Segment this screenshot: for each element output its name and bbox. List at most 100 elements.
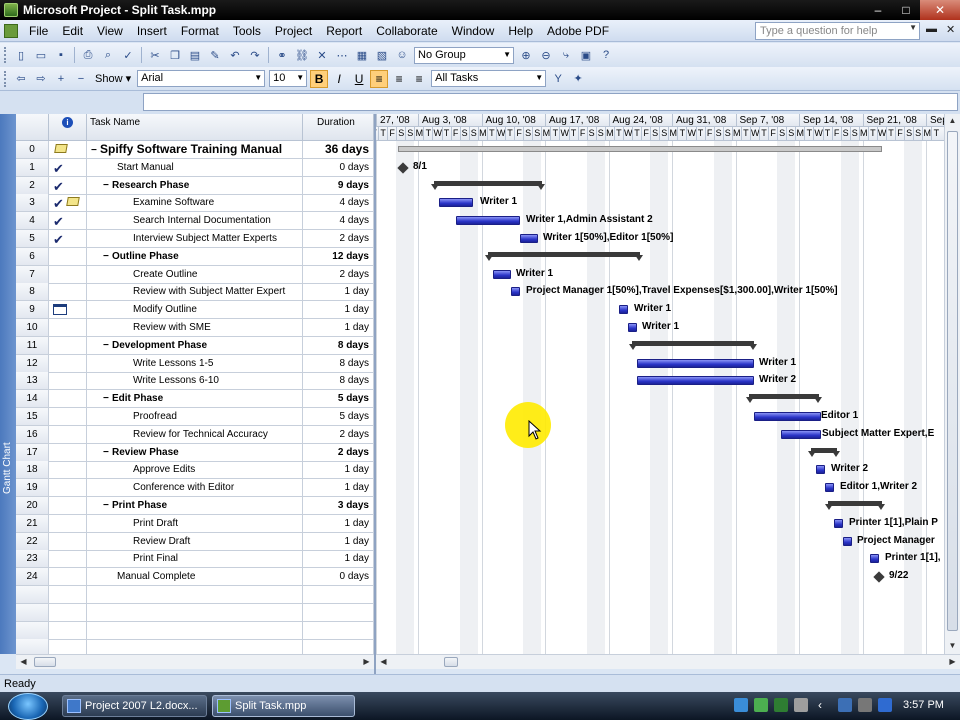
table-row[interactable]: 14− Edit Phase 5 days	[16, 390, 374, 409]
format-painter-icon[interactable]: ✎	[207, 47, 223, 63]
taskbar-item-project[interactable]: Split Task.mpp	[212, 695, 355, 717]
duration-cell[interactable]: 1 day	[303, 550, 374, 569]
menu-report[interactable]: Report	[319, 24, 369, 38]
row-id[interactable]: 8	[16, 283, 49, 302]
taskbar-clock[interactable]: 3:57 PM	[903, 699, 944, 711]
task-bar[interactable]	[493, 269, 511, 279]
menu-tools[interactable]: Tools	[226, 24, 268, 38]
task-bar[interactable]	[456, 216, 520, 226]
assign-resources-icon[interactable]: ☺	[394, 47, 410, 63]
volume-icon[interactable]	[858, 698, 872, 712]
row-id[interactable]: 9	[16, 301, 49, 320]
select-all-corner[interactable]	[16, 114, 49, 141]
tray-sync-icon[interactable]	[774, 698, 788, 712]
entry-field[interactable]	[143, 93, 958, 111]
row-id[interactable]: 2	[16, 176, 49, 195]
empty-row[interactable]	[16, 586, 374, 604]
table-row[interactable]: 19 Conference with Editor 1 day	[16, 479, 374, 498]
new-icon[interactable]: ▯	[13, 47, 29, 63]
spelling-icon[interactable]: ✓	[120, 47, 136, 63]
row-id[interactable]: 1	[16, 158, 49, 177]
calendar-icon[interactable]	[53, 304, 67, 316]
menu-window[interactable]: Window	[445, 24, 502, 38]
row-id[interactable]: 0	[16, 141, 49, 159]
toolbar-grip[interactable]	[4, 70, 8, 87]
table-row[interactable]: 7 Create Outline 2 days	[16, 265, 374, 284]
row-id[interactable]: 18	[16, 461, 49, 480]
task-name-cell[interactable]: Manual Complete	[87, 568, 303, 587]
gantt-vscrollbar[interactable]: ▲ ▼	[944, 114, 960, 654]
menu-view[interactable]: View	[90, 24, 130, 38]
table-row[interactable]: 3 ✔ Examine Software 4 days	[16, 194, 374, 213]
font-select[interactable]: Arial ▼	[137, 70, 266, 87]
scroll-up-icon[interactable]: ▲	[945, 114, 960, 129]
maximize-button[interactable]: □	[892, 0, 920, 20]
menu-format[interactable]: Format	[174, 24, 226, 38]
close-button[interactable]: ✕	[920, 0, 960, 20]
duration-cell[interactable]: 36 days	[303, 141, 374, 159]
row-id[interactable]: 19	[16, 479, 49, 498]
table-row[interactable]: 0 − Spiffy Software Training Manual 36 days	[16, 141, 374, 159]
doc-close-icon[interactable]: ✕	[946, 23, 955, 36]
bluetooth-icon[interactable]	[878, 698, 892, 712]
menu-insert[interactable]: Insert	[130, 24, 174, 38]
table-row[interactable]: 10 Review with SME 1 day	[16, 319, 374, 337]
task-name-cell[interactable]: Print Final	[87, 550, 303, 569]
row-id[interactable]: 5	[16, 230, 49, 248]
task-name-cell[interactable]: Review Draft	[87, 532, 303, 551]
row-id[interactable]: 15	[16, 408, 49, 426]
row-id[interactable]: 11	[16, 336, 49, 355]
summary-bar[interactable]	[825, 501, 885, 510]
hyperlink-icon[interactable]: ⚭	[274, 47, 290, 63]
task-bar[interactable]	[511, 287, 520, 297]
row-id[interactable]: 7	[16, 265, 49, 284]
table-row[interactable]: 6− Outline Phase 12 days	[16, 247, 374, 266]
task-name-cell[interactable]: − Edit Phase	[87, 390, 303, 409]
row-id[interactable]: 6	[16, 247, 49, 266]
menu-edit[interactable]: Edit	[55, 24, 90, 38]
task-name-cell[interactable]: Review for Technical Accuracy	[87, 425, 303, 444]
print-preview-icon[interactable]: ⌕	[100, 47, 116, 63]
row-id[interactable]: 13	[16, 372, 49, 391]
table-row[interactable]: 4 ✔ Search Internal Documentation 4 days	[16, 212, 374, 231]
task-name-cell[interactable]: Start Manual	[87, 158, 303, 177]
chevron-down-icon[interactable]: ▼	[909, 23, 917, 32]
task-bar[interactable]	[754, 412, 821, 421]
summary-bar[interactable]	[431, 180, 545, 190]
gantt-scroll-thumb[interactable]	[444, 657, 458, 667]
duration-cell[interactable]: 1 day	[303, 301, 374, 320]
vertical-scroll-thumb[interactable]	[947, 131, 958, 631]
duration-cell[interactable]: 8 days	[303, 372, 374, 391]
duration-cell[interactable]: 12 days	[303, 247, 374, 266]
duration-cell[interactable]: 4 days	[303, 212, 374, 231]
open-icon[interactable]: ▭	[33, 47, 49, 63]
duration-cell[interactable]: 5 days	[303, 408, 374, 426]
table-hscrollbar[interactable]: ◀ ▶	[16, 654, 374, 669]
task-bar[interactable]	[843, 536, 852, 546]
duration-cell[interactable]: 2 days	[303, 230, 374, 248]
table-row[interactable]: 1 ✔ Start Manual 0 days	[16, 158, 374, 177]
task-name-cell[interactable]: − Research Phase	[87, 176, 303, 195]
duration-cell[interactable]: 1 day	[303, 532, 374, 551]
autofilter-icon[interactable]: Y	[550, 71, 566, 87]
scroll-right-icon[interactable]: ▶	[359, 655, 374, 670]
unlink-tasks-icon[interactable]: ✕	[314, 47, 330, 63]
task-name-cell[interactable]: − Spiffy Software Training Manual	[87, 141, 303, 159]
zoom-in-icon[interactable]: ⊕	[518, 47, 534, 63]
toolbar-grip[interactable]	[4, 47, 8, 63]
row-id[interactable]: 12	[16, 354, 49, 373]
save-icon[interactable]: ▪	[53, 47, 69, 63]
doc-minimize-icon[interactable]: ▬	[926, 23, 937, 35]
duration-cell[interactable]: 1 day	[303, 514, 374, 533]
task-name-cell[interactable]: Search Internal Documentation	[87, 212, 303, 231]
zoom-out-icon[interactable]: ⊖	[538, 47, 554, 63]
task-bar[interactable]	[816, 465, 825, 475]
collapse-icon[interactable]: −	[103, 497, 112, 514]
duration-cell[interactable]: 3 days	[303, 497, 374, 515]
gantt-hscrollbar[interactable]: ◀ ▶	[376, 654, 960, 669]
duration-cell[interactable]: 2 days	[303, 425, 374, 444]
task-name-cell[interactable]: Review with SME	[87, 319, 303, 337]
task-name-header[interactable]: Task Name	[87, 114, 303, 141]
duration-cell[interactable]: 0 days	[303, 158, 374, 177]
paste-icon[interactable]: ▤	[187, 47, 203, 63]
